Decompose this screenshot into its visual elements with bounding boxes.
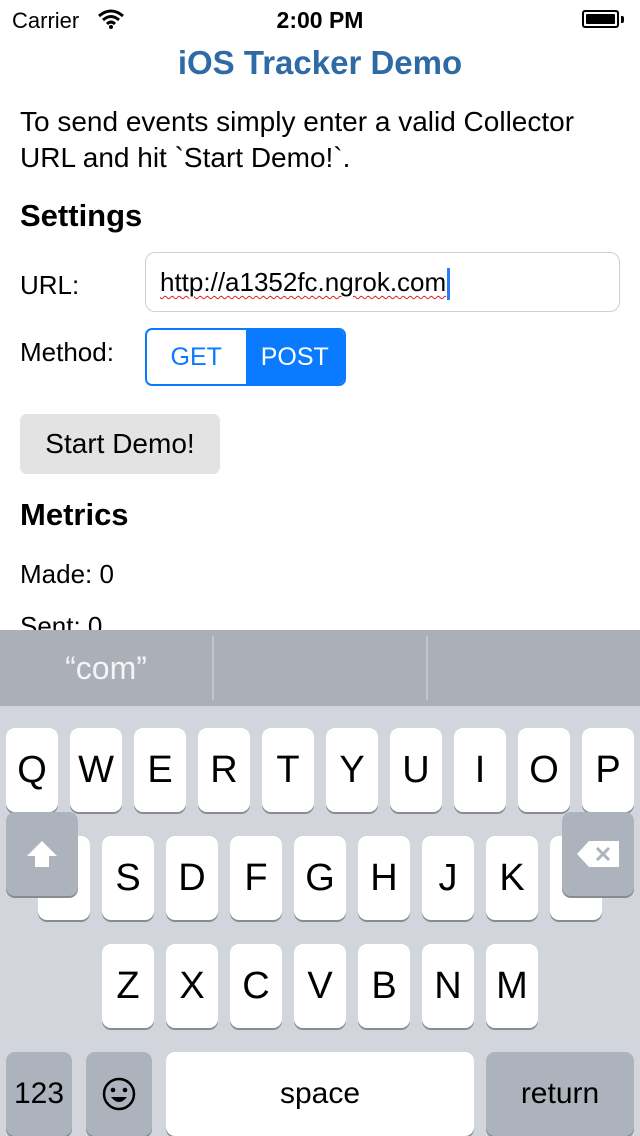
key-p[interactable]: P	[582, 728, 634, 812]
clock: 2:00 PM	[276, 7, 364, 33]
emoji-key[interactable]	[86, 1052, 152, 1136]
key-m[interactable]: M	[486, 944, 538, 1028]
key-h[interactable]: H	[358, 836, 410, 920]
key-x[interactable]: X	[166, 944, 218, 1028]
method-option-get[interactable]: GET	[147, 330, 246, 384]
keyboard: “com” QWERTYUIOP ASDFGHJKL ZXCVBNM 123 s…	[0, 630, 640, 1136]
metrics-heading: Metrics	[20, 497, 129, 532]
url-value: http://a1352fc.ngrok.com	[160, 267, 447, 297]
key-v[interactable]: V	[294, 944, 346, 1028]
suggestion-bar: “com”	[0, 630, 640, 706]
key-s[interactable]: S	[102, 836, 154, 920]
text-cursor	[447, 268, 451, 301]
key-j[interactable]: J	[422, 836, 474, 920]
key-e[interactable]: E	[134, 728, 186, 812]
key-n[interactable]: N	[422, 944, 474, 1028]
space-key[interactable]: space	[166, 1052, 474, 1136]
smiley-face-icon	[102, 1077, 136, 1111]
key-g[interactable]: G	[294, 836, 346, 920]
shift-arrow-icon	[27, 841, 57, 867]
url-label: URL:	[20, 270, 80, 300]
method-label: Method:	[20, 337, 114, 367]
page-title: iOS Tracker Demo	[177, 44, 463, 81]
key-z[interactable]: Z	[102, 944, 154, 1028]
return-key[interactable]: return	[486, 1052, 634, 1136]
key-c[interactable]: C	[230, 944, 282, 1028]
status-bar: Carrier 2:00 PM	[0, 0, 640, 40]
battery-icon	[582, 10, 624, 30]
method-option-post[interactable]: POST	[245, 330, 344, 384]
numbers-key[interactable]: 123	[6, 1052, 72, 1136]
start-demo-button[interactable]: Start Demo!	[20, 414, 220, 474]
shift-key[interactable]	[6, 812, 78, 896]
delete-key[interactable]	[562, 812, 634, 896]
url-field[interactable]: http://a1352fc.ngrok.com	[145, 252, 620, 312]
settings-heading: Settings	[20, 198, 143, 233]
key-i[interactable]: I	[454, 728, 506, 812]
metrics-made: Made: 0	[20, 559, 114, 589]
key-w[interactable]: W	[70, 728, 122, 812]
suggestion-2[interactable]	[214, 630, 426, 706]
key-t[interactable]: T	[262, 728, 314, 812]
key-d[interactable]: D	[166, 836, 218, 920]
key-y[interactable]: Y	[326, 728, 378, 812]
backspace-icon	[577, 841, 619, 867]
intro-text: To send events simply enter a valid Coll…	[20, 106, 575, 173]
key-o[interactable]: O	[518, 728, 570, 812]
suggestion-3[interactable]	[428, 630, 640, 706]
key-q[interactable]: Q	[6, 728, 58, 812]
key-k[interactable]: K	[486, 836, 538, 920]
method-segmented-control[interactable]: GET POST	[145, 328, 346, 386]
key-b[interactable]: B	[358, 944, 410, 1028]
key-u[interactable]: U	[390, 728, 442, 812]
suggestion-1[interactable]: “com”	[0, 630, 212, 706]
key-r[interactable]: R	[198, 728, 250, 812]
key-f[interactable]: F	[230, 836, 282, 920]
